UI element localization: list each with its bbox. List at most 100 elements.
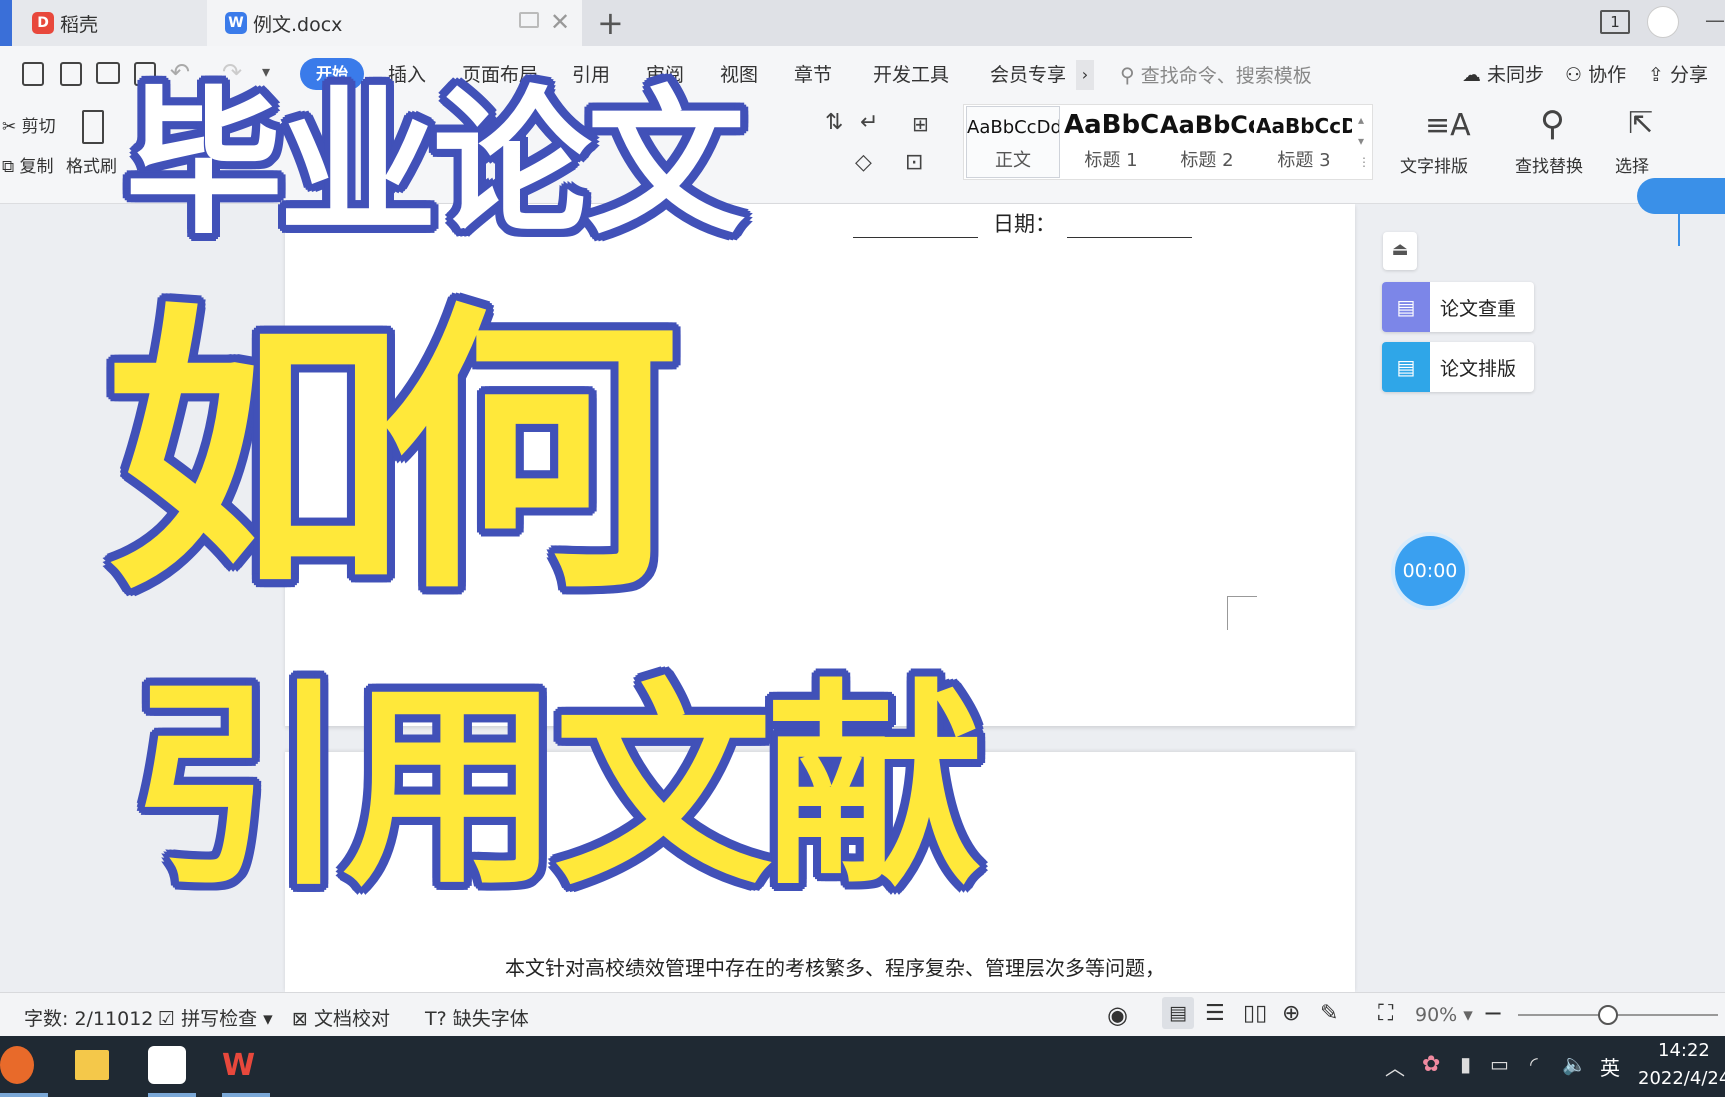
tray-chevron-icon[interactable]: ︿ <box>1385 1052 1405 1081</box>
zoom-out-icon[interactable]: − <box>1483 999 1503 1027</box>
ruler-icon[interactable]: ⊞ <box>912 112 929 136</box>
fit-page-icon[interactable]: ⛶ <box>1378 1001 1393 1026</box>
zoom-slider[interactable] <box>1518 1014 1718 1016</box>
volume-icon[interactable]: 🔈 <box>1562 1052 1587 1076</box>
collab-label: 协作 <box>1588 64 1627 86</box>
page-view-icon[interactable]: ▤ <box>1162 997 1194 1029</box>
avatar[interactable] <box>1647 6 1679 38</box>
menu-more-icon[interactable]: › <box>1076 60 1094 90</box>
missing-fonts-label: 缺失字体 <box>452 1008 529 1030</box>
cursor-icon[interactable]: ⇱ <box>1628 106 1653 141</box>
tray-app-icon[interactable]: ✿ <box>1422 1052 1440 1077</box>
missing-fonts-button[interactable]: T? 缺失字体 <box>425 1004 529 1031</box>
proofread-button[interactable]: ⊠ 文档校对 <box>292 1004 390 1031</box>
thesis-layout-icon: ▤ <box>1382 342 1430 392</box>
style-sample: AaBbCcD <box>1256 114 1352 138</box>
command-search[interactable]: ⚲ 查找命令、搜索模板 <box>1120 60 1312 90</box>
date-label: 日期： <box>993 212 1056 236</box>
plagiarism-check-button[interactable]: ▤ 论文查重 <box>1382 282 1534 332</box>
find-icon[interactable]: ⚲ <box>1540 104 1565 144</box>
style-heading-2[interactable]: AaBbCc 标题 2 <box>1160 106 1254 178</box>
monitor-icon[interactable] <box>519 12 539 28</box>
pin-line <box>1678 214 1680 246</box>
style-sample: AaBbCc <box>1160 111 1254 139</box>
shading-icon[interactable]: ◇ <box>855 150 872 175</box>
style-normal[interactable]: AaBbCcDd 正文 <box>966 106 1060 178</box>
line-break-icon[interactable]: ↵ <box>860 110 878 135</box>
spell-check-label: 拼写检查 <box>181 1008 258 1030</box>
thesis-layout-button[interactable]: ▤ 论文排版 <box>1382 342 1534 392</box>
text-layout-icon[interactable]: ≡A <box>1425 108 1471 143</box>
cloud-drive-icon[interactable] <box>1637 178 1725 214</box>
spell-check-button[interactable]: ☑ 拼写检查 ▾ <box>158 1004 273 1031</box>
menu-chapter[interactable]: 章节 <box>794 60 832 90</box>
collapse-panel-icon[interactable]: ⏏ <box>1383 232 1417 270</box>
copy-button[interactable]: ⧉ 复制 <box>2 152 54 177</box>
minimize-icon[interactable]: — <box>1705 8 1725 32</box>
sync-status[interactable]: ☁ 未同步 <box>1462 60 1544 90</box>
accent-strip <box>0 0 12 46</box>
tab-daoke[interactable]: D 稻壳 <box>12 0 207 46</box>
plagiarism-label: 论文查重 <box>1440 297 1517 320</box>
taskbar: W ︿ ✿ ▮ ▭ ◜ 🔈 英 14:22 2022/4/24 <box>0 1036 1725 1097</box>
eye-protection-icon[interactable]: ◉ <box>1107 1001 1128 1029</box>
share-button[interactable]: ⇪ 分享 <box>1648 60 1708 90</box>
style-name: 标题 2 <box>1180 150 1234 171</box>
wifi-icon[interactable]: ◜ <box>1530 1052 1538 1076</box>
reading-view-icon[interactable]: ▯▯ <box>1243 1001 1267 1026</box>
format-painter-icon[interactable] <box>82 110 104 144</box>
proofread-label: 文档校对 <box>313 1008 390 1030</box>
clock-date[interactable]: 2022/4/24 <box>1638 1068 1725 1089</box>
style-scroll-icon[interactable]: ▴ ▾ ⋮ <box>1358 110 1370 173</box>
text-layout-button[interactable]: 文字排版 <box>1400 152 1468 177</box>
border-icon[interactable]: ⊡ <box>905 150 923 175</box>
cut-button[interactable]: ✂ 剪切 <box>2 112 56 137</box>
style-name: 标题 3 <box>1277 150 1331 171</box>
zoom-level[interactable]: 90% ▾ <box>1415 1004 1473 1026</box>
outline-view-icon[interactable]: ☰ <box>1205 1001 1225 1026</box>
print-icon[interactable] <box>96 62 120 84</box>
menu-developer[interactable]: 开发工具 <box>873 60 949 90</box>
save-icon[interactable] <box>22 62 44 86</box>
collab-button[interactable]: ⚇ 协作 <box>1565 60 1626 90</box>
plagiarism-icon: ▤ <box>1382 282 1430 332</box>
search-icon: ⚲ <box>1120 63 1135 87</box>
style-heading-1[interactable]: AaBbCc 标题 1 <box>1064 106 1158 178</box>
clock-time[interactable]: 14:22 <box>1658 1040 1710 1061</box>
battery-icon[interactable]: ▭ <box>1490 1052 1509 1076</box>
sort-icon[interactable]: ⇅ <box>825 110 843 135</box>
format-painter-label[interactable]: 格式刷 <box>66 152 117 177</box>
microphone-icon[interactable]: ▮ <box>1460 1052 1471 1076</box>
menu-member[interactable]: 会员专享 <box>990 60 1066 90</box>
timer-badge[interactable]: 00:00 <box>1395 536 1465 606</box>
cloud-app-icon[interactable] <box>148 1046 186 1084</box>
find-replace-button[interactable]: 查找替换 <box>1515 152 1583 177</box>
copy-label: 复制 <box>19 157 54 177</box>
taskbar-active-indicator <box>222 1093 270 1097</box>
wps-icon[interactable]: W <box>222 1048 260 1083</box>
close-icon[interactable]: ✕ <box>550 8 570 36</box>
export-icon[interactable] <box>60 62 82 86</box>
margin-mark <box>1227 596 1257 630</box>
select-button[interactable]: 选择 <box>1615 152 1649 177</box>
tab-document[interactable]: W 例文.docx ✕ <box>207 0 582 46</box>
page-indicator[interactable]: 1 <box>1600 10 1630 34</box>
cut-label: 剪切 <box>21 117 56 137</box>
file-explorer-icon[interactable] <box>75 1050 109 1080</box>
tab-label: 例文.docx <box>253 13 343 36</box>
input-method[interactable]: 英 <box>1600 1052 1620 1081</box>
web-view-icon[interactable]: ⊕ <box>1282 1001 1300 1026</box>
firefox-icon[interactable] <box>0 1046 34 1084</box>
style-heading-3[interactable]: AaBbCcD 标题 3 <box>1256 106 1352 178</box>
word-count[interactable]: 字数: 2/11012 <box>24 1004 153 1031</box>
taskbar-active-indicator <box>148 1093 196 1097</box>
style-sample: AaBbCcDd <box>967 117 1059 138</box>
style-name: 标题 1 <box>1084 150 1138 171</box>
pen-icon[interactable]: ✎ <box>1320 1001 1338 1026</box>
new-tab-icon[interactable]: + <box>597 4 624 42</box>
zoom-slider-thumb[interactable] <box>1598 1005 1618 1025</box>
taskbar-active-indicator <box>0 1093 48 1097</box>
overlay-title-line2: 如何 <box>105 280 679 629</box>
sync-label: 未同步 <box>1487 64 1545 86</box>
daoke-logo-icon: D <box>32 12 54 34</box>
